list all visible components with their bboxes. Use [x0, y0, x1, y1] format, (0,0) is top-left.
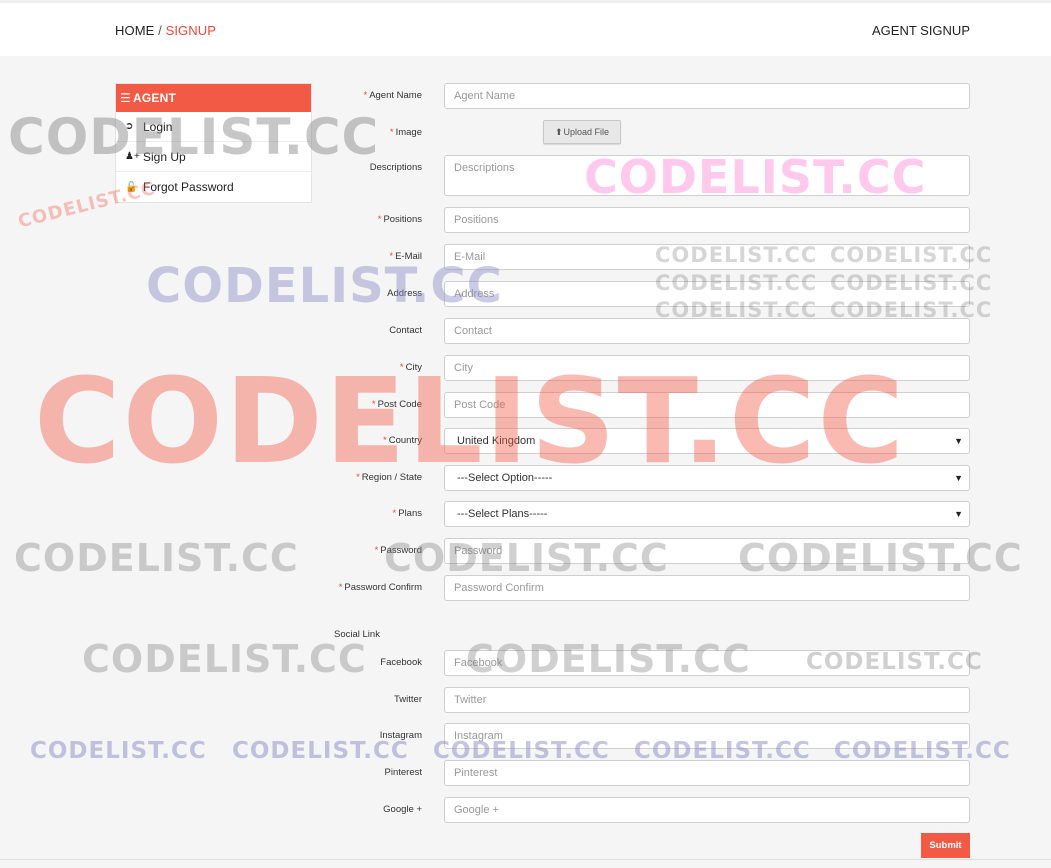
- region-select-value: ---Select Option-----: [457, 472, 553, 484]
- country-label: * Country: [383, 435, 422, 446]
- address-label: Address: [387, 288, 422, 299]
- password-label: * Password: [374, 545, 422, 556]
- descriptions-row: Descriptions: [300, 155, 970, 196]
- caret-down-icon: ▼: [954, 436, 963, 446]
- agent-name-input[interactable]: [444, 83, 970, 109]
- sidebar-item-label: Sign Up: [143, 149, 186, 164]
- social-link-heading: Social Link: [334, 629, 380, 640]
- password-confirm-row: * Password Confirm: [300, 575, 970, 601]
- sign-in-icon: ➲: [125, 121, 134, 132]
- plans-row: * Plans ---Select Plans----- ▼: [300, 501, 970, 527]
- region-row: * Region / State ---Select Option----- ▼: [300, 465, 970, 491]
- country-select-value: United Kingdom: [457, 435, 536, 447]
- google-label: Google +: [383, 804, 422, 815]
- positions-input[interactable]: [444, 207, 970, 233]
- password-confirm-label: * Password Confirm: [338, 582, 422, 593]
- positions-label: * Positions: [377, 214, 422, 225]
- pinterest-input[interactable]: [444, 760, 970, 786]
- image-label: * Image: [389, 127, 422, 138]
- post-code-input[interactable]: [444, 392, 970, 418]
- address-row: Address: [300, 281, 970, 307]
- breadcrumb-current: SIGNUP: [165, 23, 217, 38]
- caret-down-icon: ▼: [954, 509, 963, 519]
- password-row: * Password: [300, 538, 970, 564]
- sidebar-item-label: Login: [143, 119, 173, 134]
- sidebar-header-label: AGENT: [132, 91, 176, 105]
- submit-button[interactable]: Submit: [921, 833, 970, 858]
- pinterest-row: Pinterest: [300, 760, 970, 786]
- image-row: * Image: [300, 120, 970, 146]
- sidebar-header: ☰ AGENT: [116, 84, 311, 112]
- region-select[interactable]: ---Select Option----- ▼: [444, 465, 970, 491]
- upload-file-button[interactable]: ⬆ Upload File: [543, 120, 621, 144]
- country-select[interactable]: United Kingdom ▼: [444, 428, 970, 454]
- descriptions-label: Descriptions: [369, 162, 422, 173]
- google-row: Google +: [300, 797, 970, 823]
- instagram-input[interactable]: [444, 723, 970, 749]
- sidebar: ☰ AGENT ➲ Login ♟+ Sign Up 🔓 Forgot Pass…: [115, 83, 312, 203]
- password-input[interactable]: [444, 538, 970, 564]
- breadcrumb-separator: /: [158, 23, 162, 38]
- breadcrumb-home-link[interactable]: HOME: [115, 23, 154, 38]
- watermark: CODELIST.CC: [30, 738, 207, 764]
- address-input[interactable]: [444, 281, 970, 307]
- country-row: * Country United Kingdom ▼: [300, 428, 970, 454]
- email-label: * E-Mail: [389, 251, 422, 262]
- contact-label: Contact: [389, 325, 422, 336]
- twitter-label: Twitter: [394, 694, 422, 705]
- plans-select-value: ---Select Plans-----: [457, 508, 548, 520]
- watermark: CODELIST.CC: [14, 536, 299, 580]
- agent-name-row: * Agent Name: [300, 83, 970, 109]
- list-icon: ☰: [120, 91, 131, 105]
- facebook-row: Facebook: [300, 650, 970, 676]
- upload-icon: ⬆: [554, 126, 563, 137]
- city-row: * City: [300, 355, 970, 381]
- user-plus-icon: ♟+: [125, 151, 140, 162]
- upload-file-label: Upload File: [563, 127, 610, 137]
- city-label: * City: [399, 362, 422, 373]
- google-input[interactable]: [444, 797, 970, 823]
- plans-select[interactable]: ---Select Plans----- ▼: [444, 501, 970, 527]
- password-confirm-input[interactable]: [444, 575, 970, 601]
- contact-input[interactable]: [444, 318, 970, 344]
- positions-row: * Positions: [300, 207, 970, 233]
- top-bar: HOME / SIGNUP AGENT SIGNUP: [0, 0, 1051, 56]
- post-code-label: * Post Code: [371, 399, 422, 410]
- contact-row: Contact: [300, 318, 970, 344]
- sidebar-item-label: Forgot Password: [143, 180, 234, 194]
- page-title: AGENT SIGNUP: [871, 23, 970, 38]
- footer-divider: [0, 859, 1051, 860]
- agent-name-label: * Agent Name: [363, 90, 422, 101]
- twitter-row: Twitter: [300, 687, 970, 713]
- pinterest-label: Pinterest: [384, 767, 423, 778]
- lock-icon: 🔓: [125, 181, 138, 193]
- email-row: * E-Mail: [300, 244, 970, 270]
- post-code-row: * Post Code: [300, 392, 970, 418]
- sidebar-item-signup[interactable]: ♟+ Sign Up: [116, 142, 311, 172]
- region-label: * Region / State: [356, 472, 422, 483]
- facebook-input[interactable]: [444, 650, 970, 676]
- twitter-input[interactable]: [444, 687, 970, 713]
- instagram-row: Instagram: [300, 723, 970, 749]
- instagram-label: Instagram: [379, 730, 422, 741]
- city-input[interactable]: [444, 355, 970, 381]
- sidebar-item-forgot-password[interactable]: 🔓 Forgot Password: [116, 172, 311, 202]
- plans-label: * Plans: [392, 508, 422, 519]
- descriptions-textarea[interactable]: [444, 155, 970, 196]
- sidebar-item-login[interactable]: ➲ Login: [116, 112, 311, 142]
- email-field[interactable]: [444, 244, 970, 270]
- caret-down-icon: ▼: [954, 473, 963, 483]
- breadcrumb: HOME / SIGNUP: [115, 23, 216, 38]
- facebook-label: Facebook: [380, 657, 422, 668]
